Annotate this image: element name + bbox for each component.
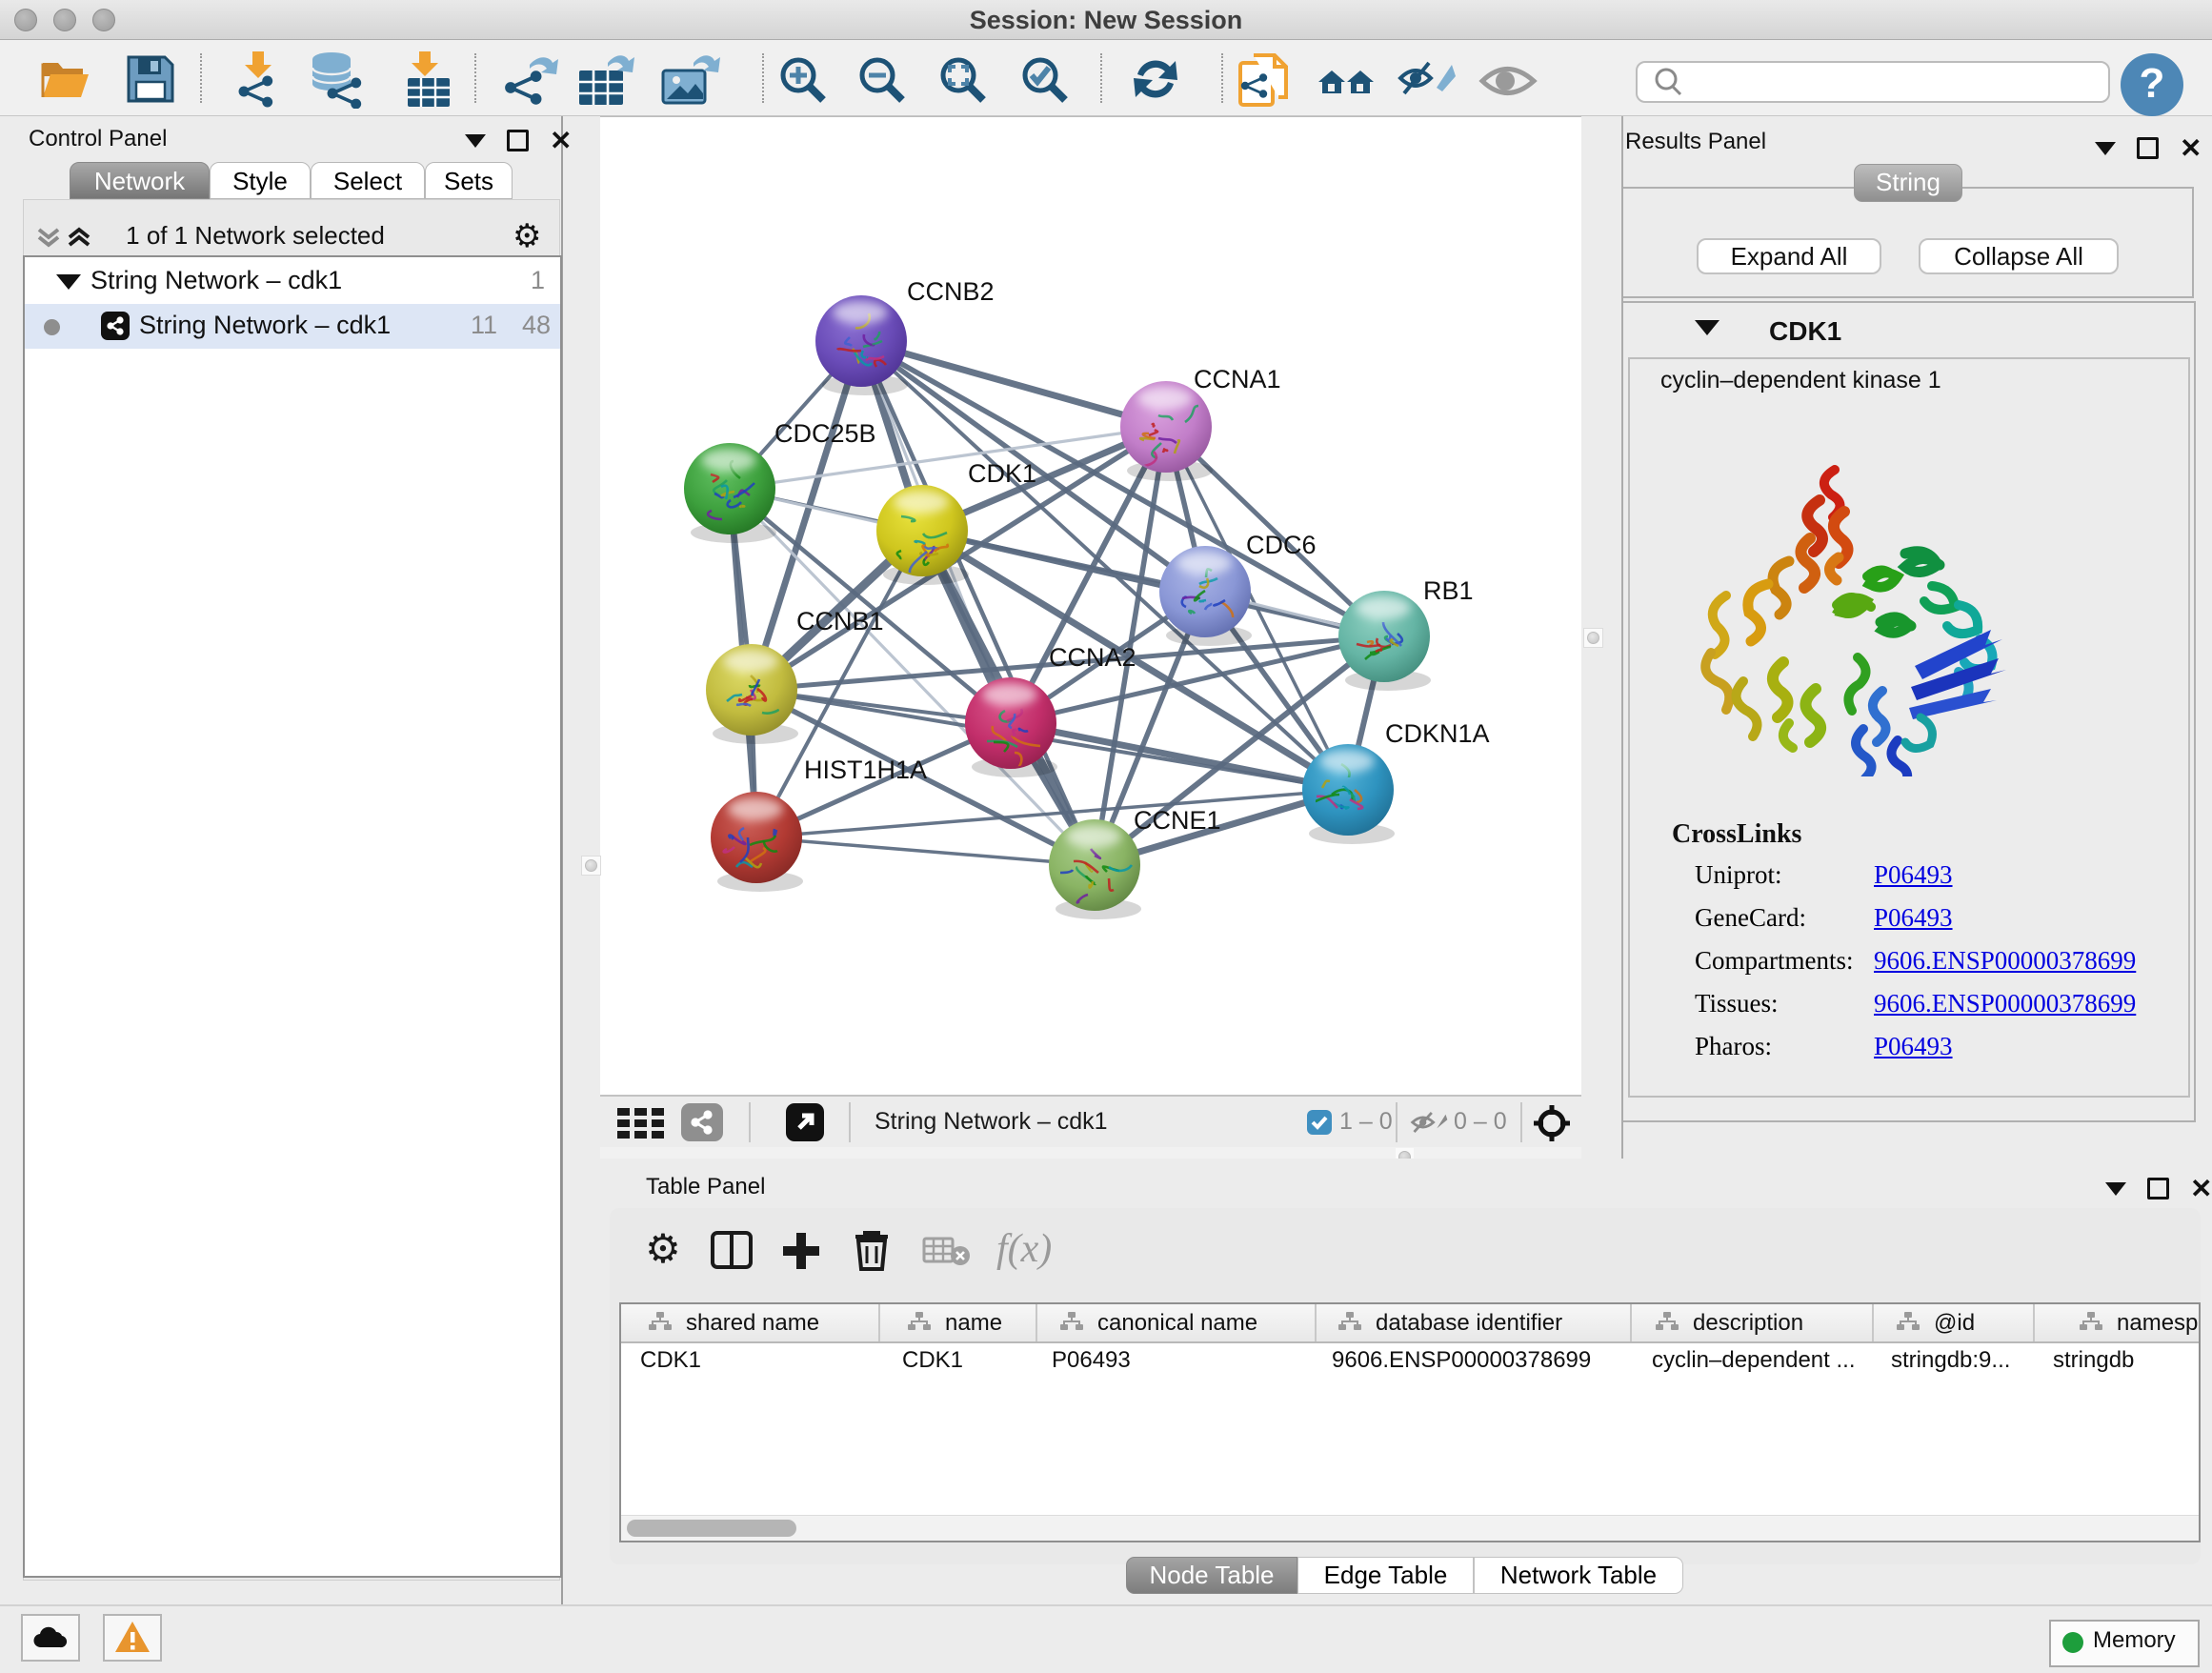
svg-text:CDK1: CDK1 — [968, 459, 1036, 488]
svg-text:HIST1H1A: HIST1H1A — [804, 756, 927, 784]
svg-text:CCNA1: CCNA1 — [1194, 365, 1281, 393]
svg-text:CDKN1A: CDKN1A — [1385, 719, 1490, 748]
svg-text:f(x): f(x) — [996, 1227, 1052, 1271]
svg-text:CCNB2: CCNB2 — [907, 277, 995, 306]
svg-text:CDC6: CDC6 — [1246, 531, 1317, 559]
svg-text:⚙: ⚙ — [645, 1228, 681, 1271]
svg-text:CCNA2: CCNA2 — [1049, 643, 1136, 672]
svg-text:CCNE1: CCNE1 — [1134, 806, 1221, 835]
svg-text:RB1: RB1 — [1423, 576, 1474, 605]
svg-text:CCNB1: CCNB1 — [796, 607, 884, 635]
svg-text:CDC25B: CDC25B — [774, 419, 876, 448]
